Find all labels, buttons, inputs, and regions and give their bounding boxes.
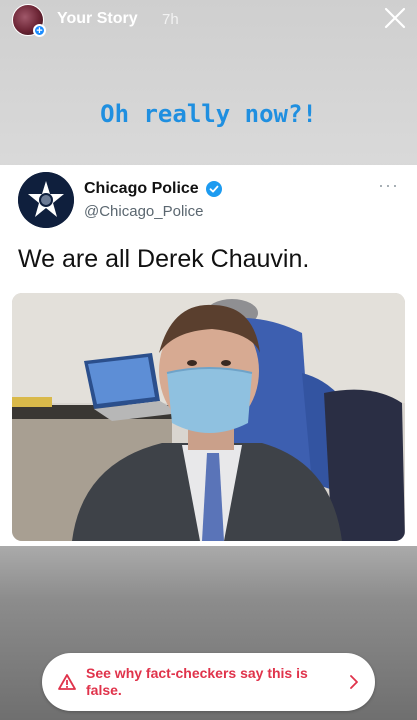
tweet-screenshot: Chicago Police @Chicago_Police ··· We ar… xyxy=(0,165,417,546)
add-story-plus-icon[interactable]: + xyxy=(33,24,46,37)
tweet-text: We are all Derek Chauvin. xyxy=(18,245,310,273)
verified-badge-icon xyxy=(206,181,222,197)
tweet-author-handle: @Chicago_Police xyxy=(84,203,204,220)
tweet-photo xyxy=(12,293,405,541)
tweet-author-name: Chicago Police xyxy=(84,180,199,197)
chevron-right-icon[interactable] xyxy=(349,675,359,689)
story-title[interactable]: Your Story xyxy=(57,10,138,28)
warning-triangle-icon xyxy=(58,674,76,690)
story-header: + Your Story 7h xyxy=(0,0,417,44)
story-caption: Oh really now?! xyxy=(100,100,317,128)
fact-check-banner[interactable]: See why fact-checkers say this is false. xyxy=(42,653,375,711)
story-timestamp: 7h xyxy=(162,11,179,28)
fact-check-label[interactable]: See why fact-checkers say this is false. xyxy=(86,665,326,699)
close-icon[interactable] xyxy=(383,6,407,30)
police-star-logo-icon xyxy=(18,172,74,228)
more-dots-icon: ··· xyxy=(378,175,399,195)
